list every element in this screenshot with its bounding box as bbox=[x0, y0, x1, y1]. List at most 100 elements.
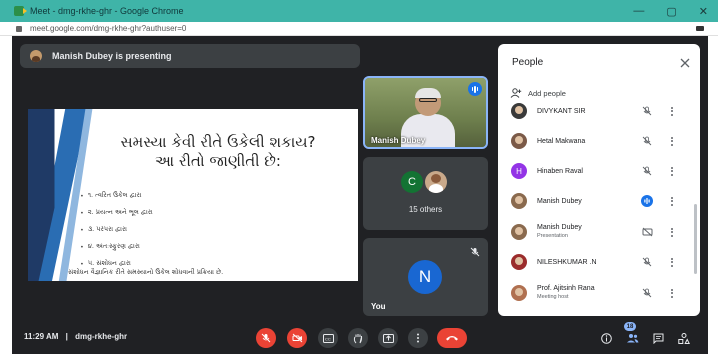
participant-avatar bbox=[511, 103, 527, 119]
captions-icon: CC bbox=[322, 333, 334, 343]
present-now-button[interactable] bbox=[378, 328, 398, 348]
end-call-icon bbox=[446, 336, 458, 341]
more-vert-icon[interactable] bbox=[668, 226, 676, 238]
lock-icon[interactable] bbox=[16, 25, 22, 32]
camera-toggle-button[interactable] bbox=[287, 328, 307, 348]
participant-row[interactable]: H Hinaben Raval bbox=[498, 156, 694, 186]
speaking-indicator-icon[interactable] bbox=[641, 195, 653, 207]
hand-icon bbox=[353, 333, 363, 343]
participant-name: DIVYKANT SIR bbox=[537, 107, 586, 115]
captions-button[interactable]: CC bbox=[318, 328, 338, 348]
camera-off-icon bbox=[292, 333, 302, 343]
mic-off-icon bbox=[261, 333, 271, 343]
meeting-code: dmg-rkhe-ghr bbox=[75, 332, 128, 341]
more-vert-icon[interactable] bbox=[668, 105, 676, 117]
url-text[interactable]: meet.google.com/dmg-rkhe-ghr?authuser=0 bbox=[30, 24, 186, 33]
speaking-indicator-icon bbox=[468, 82, 482, 96]
participant-avatar bbox=[511, 254, 527, 270]
participant-name: Manish Dubey bbox=[537, 197, 582, 205]
svg-text:CC: CC bbox=[325, 336, 331, 341]
mic-off-icon[interactable] bbox=[641, 287, 653, 299]
meeting-details-button[interactable] bbox=[598, 330, 614, 346]
close-icon[interactable] bbox=[680, 55, 690, 73]
more-vert-icon[interactable] bbox=[668, 287, 676, 299]
chat-icon bbox=[653, 333, 663, 344]
more-vert-icon[interactable] bbox=[668, 256, 676, 268]
browser-title-bar: Meet - dmg-rkhe-ghr - Google Chrome — ▢ … bbox=[0, 0, 718, 22]
maximize-button[interactable]: ▢ bbox=[666, 5, 676, 18]
speaker-tile[interactable]: Manish Dubey bbox=[363, 76, 488, 149]
slide-heading-line1: સમસ્યા કેવી રીતે ઉકેલી શકાય? bbox=[120, 133, 316, 151]
speaker-name: Manish Dubey bbox=[371, 136, 426, 145]
meet-app-icon bbox=[14, 6, 27, 16]
meet-window: Manish Dubey is presenting સમસ્યા કેવી ર… bbox=[12, 36, 708, 354]
chat-button[interactable] bbox=[650, 330, 666, 346]
info-icon bbox=[600, 332, 612, 344]
participant-row[interactable]: DIVYKANT SIR bbox=[498, 96, 694, 126]
raise-hand-button[interactable] bbox=[348, 328, 368, 348]
mic-off-icon bbox=[470, 244, 480, 262]
activities-button[interactable] bbox=[676, 330, 692, 346]
mic-off-icon[interactable] bbox=[641, 105, 653, 117]
participant-row[interactable]: Manish Dubey Presentation bbox=[498, 217, 694, 247]
address-bar[interactable]: meet.google.com/dmg-rkhe-ghr?authuser=0 bbox=[0, 22, 718, 36]
people-icon bbox=[626, 334, 638, 343]
participant-avatar: H bbox=[511, 163, 527, 179]
slide-bullet: ૩. પરંપરા દ્વારા bbox=[80, 221, 153, 238]
extension-icon[interactable] bbox=[696, 26, 704, 31]
participant-avatar bbox=[511, 133, 527, 149]
participant-avatar bbox=[511, 285, 527, 301]
participant-avatar: C bbox=[401, 171, 423, 193]
window-title: Meet - dmg-rkhe-ghr - Google Chrome bbox=[30, 6, 184, 16]
meeting-info: 11:29 AM | dmg-rkhe-ghr bbox=[24, 332, 127, 341]
participant-name: NILESHKUMAR .N bbox=[537, 258, 597, 266]
participant-subtitle: Presentation bbox=[537, 233, 568, 239]
mic-toggle-button[interactable] bbox=[256, 328, 276, 348]
participant-photo-avatar bbox=[425, 171, 447, 193]
self-avatar: N bbox=[408, 260, 442, 294]
show-everyone-button[interactable] bbox=[624, 330, 640, 346]
present-icon bbox=[382, 333, 394, 343]
participant-row[interactable]: Prof. Ajitsinh Rana Meeting host bbox=[498, 278, 694, 308]
speaker-glasses bbox=[419, 98, 437, 102]
more-vert-icon[interactable] bbox=[668, 165, 676, 177]
slide-bullet: ૧. ત્વરિત ઉકેલ દ્વારા bbox=[80, 187, 153, 204]
slide-bullet: ૪. અંતઃસ્ફુરણ દ્વારા bbox=[80, 238, 153, 255]
people-panel: People Add people DIVYKANT SIR Hetal Makw… bbox=[498, 44, 700, 316]
mic-off-icon[interactable] bbox=[641, 135, 653, 147]
slide-bullet: ૨. પ્રયત્ન અને ભૂલ દ્વારા bbox=[80, 204, 153, 221]
self-tile[interactable]: N You bbox=[363, 238, 488, 316]
close-window-button[interactable]: ✕ bbox=[699, 5, 708, 18]
participant-avatar bbox=[511, 224, 527, 240]
participant-row[interactable]: Hetal Makwana bbox=[498, 126, 694, 156]
presenter-avatar bbox=[30, 50, 42, 62]
clock-time: 11:29 AM bbox=[24, 332, 59, 341]
presenting-text: Manish Dubey is presenting bbox=[52, 51, 172, 61]
slide-heading-line2: આ રીતો જાણીતી છે: bbox=[155, 152, 281, 170]
more-vert-icon[interactable] bbox=[668, 195, 676, 207]
others-tile[interactable]: C 15 others bbox=[363, 157, 488, 230]
window-controls: — ▢ ✕ bbox=[633, 0, 708, 22]
mic-off-icon[interactable] bbox=[641, 256, 653, 268]
participant-subtitle: Meeting host bbox=[537, 294, 569, 300]
slide-heading: સમસ્યા કેવી રીતે ઉકેલી શકાય? આ રીતો જાણી… bbox=[98, 133, 338, 171]
participant-row[interactable]: NILESHKUMAR .N bbox=[498, 247, 694, 277]
minimize-button[interactable]: — bbox=[633, 5, 644, 17]
slide-bullet-list: ૧. ત્વરિત ઉકેલ દ્વારા ૨. પ્રયત્ન અને ભૂલ… bbox=[80, 187, 153, 272]
scrollbar[interactable] bbox=[694, 204, 697, 274]
activities-icon bbox=[678, 332, 690, 344]
others-count-label: 15 others bbox=[408, 205, 443, 214]
participant-row[interactable]: Manish Dubey bbox=[498, 186, 694, 216]
more-vert-icon[interactable] bbox=[668, 135, 676, 147]
participant-name: Hinaben Raval bbox=[537, 167, 583, 175]
participant-name: Hetal Makwana bbox=[537, 137, 586, 145]
speaker-hair bbox=[415, 88, 441, 98]
more-vert-icon bbox=[417, 333, 419, 343]
stop-presentation-icon[interactable] bbox=[641, 226, 653, 238]
presentation-slide: સમસ્યા કેવી રીતે ઉકેલી શકાય? આ રીતો જાણી… bbox=[28, 109, 358, 281]
more-options-button[interactable] bbox=[408, 328, 428, 348]
leave-call-button[interactable] bbox=[437, 328, 467, 348]
mic-off-icon[interactable] bbox=[641, 165, 653, 177]
self-label: You bbox=[371, 302, 386, 311]
bottom-control-bar: 11:29 AM | dmg-rkhe-ghr CC 18 bbox=[12, 320, 708, 354]
